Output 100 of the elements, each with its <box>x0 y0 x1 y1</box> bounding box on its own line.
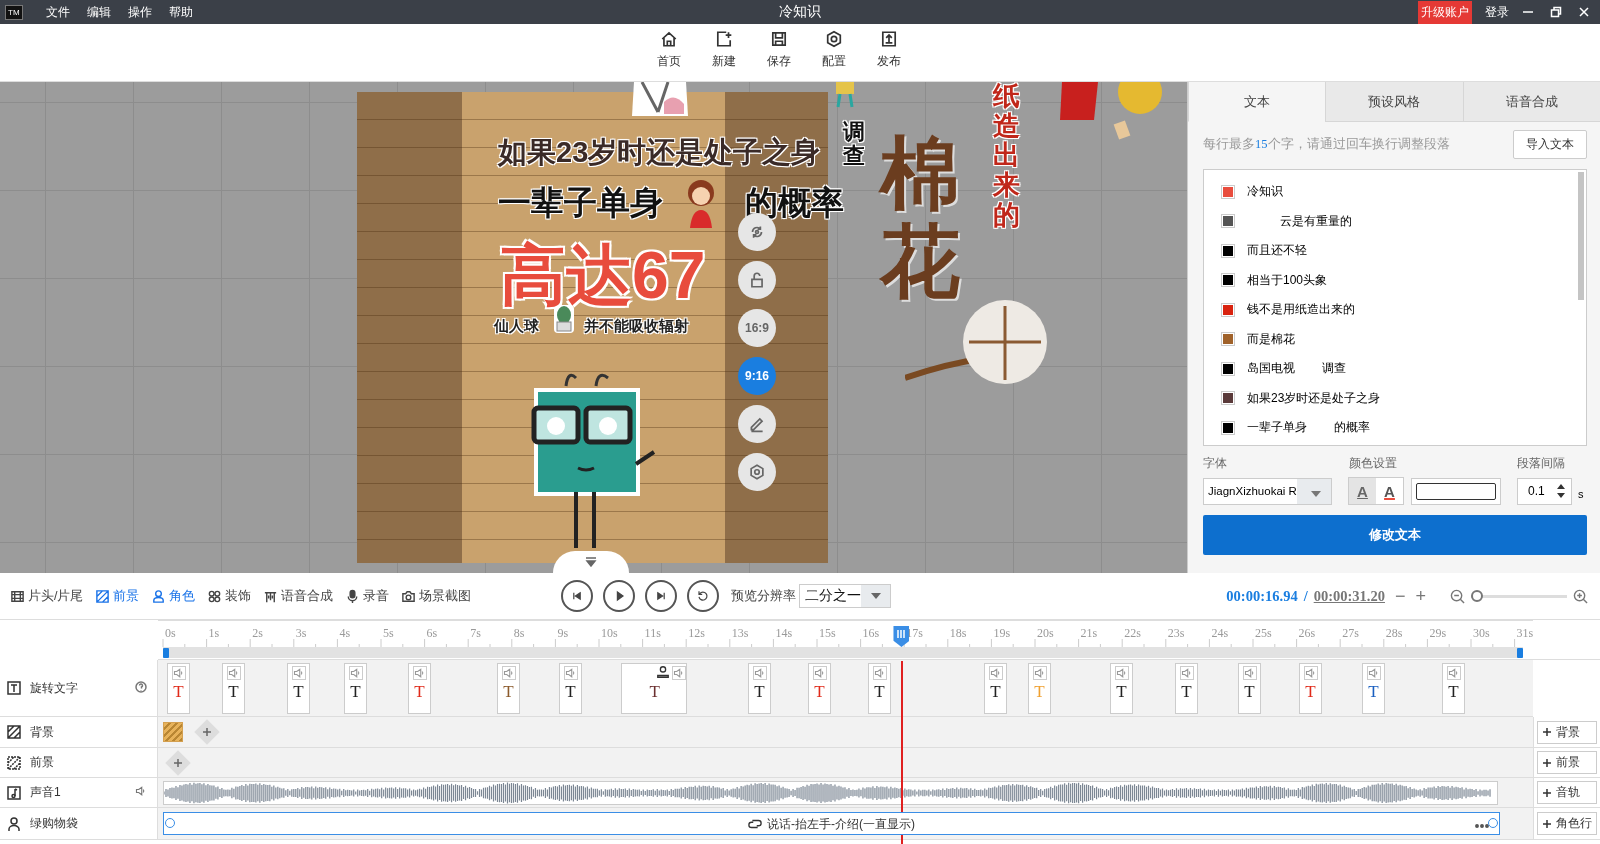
time-step-button[interactable]: − <box>1394 585 1406 607</box>
menu-item[interactable]: 操作 <box>127 3 152 21</box>
unlock-button[interactable] <box>738 261 776 299</box>
track-label[interactable]: 背景 <box>30 723 54 741</box>
text-clip[interactable]: T <box>1110 663 1133 714</box>
text-clip[interactable]: T <box>748 663 771 714</box>
track-tool[interactable]: 片头/片尾 <box>10 587 84 605</box>
action-clip[interactable]: 说话-抬左手-介绍(一直显示) <box>163 812 1500 835</box>
clip-handle[interactable] <box>165 818 175 828</box>
resolution-select[interactable]: 二分之一 <box>799 584 892 608</box>
text-clip[interactable]: T <box>1362 663 1385 714</box>
text-clip[interactable]: T <box>984 663 1007 714</box>
text-clip[interactable]: T <box>287 663 310 714</box>
text-clip[interactable]: T <box>621 663 687 714</box>
clip-handle[interactable] <box>1488 818 1498 828</box>
track-label[interactable]: 旋转文字 <box>30 679 78 697</box>
text-clip[interactable]: T <box>222 663 245 714</box>
spacing-field[interactable]: 0.1 <box>1517 477 1572 505</box>
track-label[interactable]: 绿购物袋 <box>30 815 78 832</box>
text-clip[interactable]: T <box>1238 663 1261 714</box>
speaker-icon[interactable] <box>135 785 147 797</box>
menu-item[interactable]: 文件 <box>45 3 70 21</box>
color-swatch[interactable] <box>1221 332 1235 347</box>
end-handle[interactable] <box>1517 648 1523 658</box>
toolbar-button[interactable]: 发布 <box>868 30 910 81</box>
toolbar-button[interactable]: 新建 <box>703 30 745 81</box>
pencil-button[interactable] <box>738 405 776 443</box>
settings-button[interactable] <box>738 453 776 491</box>
aspect-ratio-button[interactable]: 9:16 <box>738 357 776 395</box>
panel-tab[interactable]: 预设风格 <box>1325 82 1463 122</box>
background-thumbnail[interactable] <box>163 722 183 742</box>
track-label[interactable]: 声音1 <box>30 784 61 801</box>
track-tool[interactable]: 角色 <box>151 587 196 605</box>
text-line[interactable]: 如果23岁时还是处子之身 <box>1247 389 1381 407</box>
text-clip[interactable]: T <box>1442 663 1465 714</box>
text-clip[interactable]: T <box>559 663 582 714</box>
skip-forward-button[interactable] <box>645 580 678 612</box>
text-clip[interactable]: T <box>808 663 831 714</box>
color-swatch[interactable] <box>1221 420 1235 435</box>
text-clip[interactable]: T <box>1175 663 1198 714</box>
toolbar-button[interactable]: 配置 <box>813 30 855 81</box>
replay-button[interactable] <box>687 580 720 612</box>
color-swatch[interactable] <box>1221 243 1235 258</box>
text-clip[interactable]: T <box>497 663 520 714</box>
track-label[interactable]: 前景 <box>30 754 54 771</box>
font-select[interactable]: JiagnXizhuokai R <box>1203 477 1332 505</box>
text-clip[interactable]: T <box>868 663 891 714</box>
add-track-button[interactable]: 前景 <box>1537 751 1597 774</box>
collapse-tab[interactable] <box>553 551 629 573</box>
track-tool[interactable]: 场景截图 <box>401 587 472 605</box>
text-clip[interactable]: T <box>344 663 367 714</box>
playhead-handle[interactable] <box>893 626 910 647</box>
text-line[interactable]: 冷知识 <box>1247 183 1283 201</box>
add-track-button[interactable]: 音轨 <box>1537 781 1597 804</box>
toolbar-button[interactable]: 首页 <box>648 30 690 81</box>
text-line[interactable]: 而是棉花 <box>1247 330 1295 348</box>
spinner-icon[interactable] <box>1556 483 1566 499</box>
track-tool[interactable]: 前景 <box>95 587 140 605</box>
menu-item[interactable]: 编辑 <box>86 3 111 21</box>
start-handle[interactable] <box>163 648 169 658</box>
text-clip[interactable]: T <box>408 663 431 714</box>
zoom-in-icon[interactable] <box>1573 588 1588 604</box>
toolbar-button[interactable]: 保存 <box>758 30 800 81</box>
waveform-drawing[interactable] <box>163 781 1498 805</box>
text-line[interactable]: 一辈子单身 的概率 <box>1247 419 1370 437</box>
slider-thumb[interactable] <box>1471 590 1483 602</box>
color-field[interactable] <box>1411 477 1501 505</box>
apply-text-button[interactable]: 修改文本 <box>1203 515 1587 555</box>
close-icon[interactable] <box>1578 6 1590 18</box>
track-tool[interactable]: 录音 <box>345 587 390 605</box>
text-line[interactable]: 云是有重量的 <box>1247 212 1353 230</box>
skip-back-button[interactable] <box>561 580 594 612</box>
text-line[interactable]: 相当于100头象 <box>1247 271 1328 289</box>
time-step-button[interactable]: + <box>1415 585 1426 607</box>
import-text-button[interactable]: 导入文本 <box>1513 130 1587 159</box>
color-swatch[interactable] <box>1221 214 1235 229</box>
upgrade-button[interactable]: 升级账户 <box>1418 0 1472 24</box>
add-track-button[interactable]: 背景 <box>1537 720 1597 744</box>
zoom-out-icon[interactable] <box>1450 588 1465 604</box>
text-clip[interactable]: T <box>1299 663 1322 714</box>
menu-item[interactable]: 帮助 <box>168 3 193 21</box>
color-swatch[interactable] <box>1221 361 1235 376</box>
play-button[interactable] <box>603 580 636 612</box>
text-color-button[interactable]: A <box>1376 478 1403 504</box>
aspect-ratio-button[interactable]: 16:9 <box>738 309 776 347</box>
color-swatch[interactable] <box>1221 184 1235 199</box>
font-color-button[interactable]: A <box>1349 478 1376 504</box>
track-tool[interactable]: 装饰 <box>207 587 252 605</box>
text-line[interactable]: 钱不是用纸造出来的 <box>1247 301 1355 319</box>
color-swatch[interactable] <box>1221 302 1235 317</box>
restore-icon[interactable] <box>1550 6 1562 18</box>
color-swatch[interactable] <box>1221 391 1235 406</box>
text-clip[interactable]: T <box>167 663 190 714</box>
scrollbar[interactable] <box>1578 172 1584 300</box>
text-line[interactable]: 岛国电视 调查 <box>1247 360 1346 378</box>
panel-tab[interactable]: 语音合成 <box>1462 82 1600 122</box>
help-icon[interactable] <box>135 680 147 693</box>
track-tool[interactable]: 语音合成 <box>263 587 334 605</box>
color-swatch[interactable] <box>1221 273 1235 288</box>
login-link[interactable]: 登录 <box>1485 3 1509 21</box>
